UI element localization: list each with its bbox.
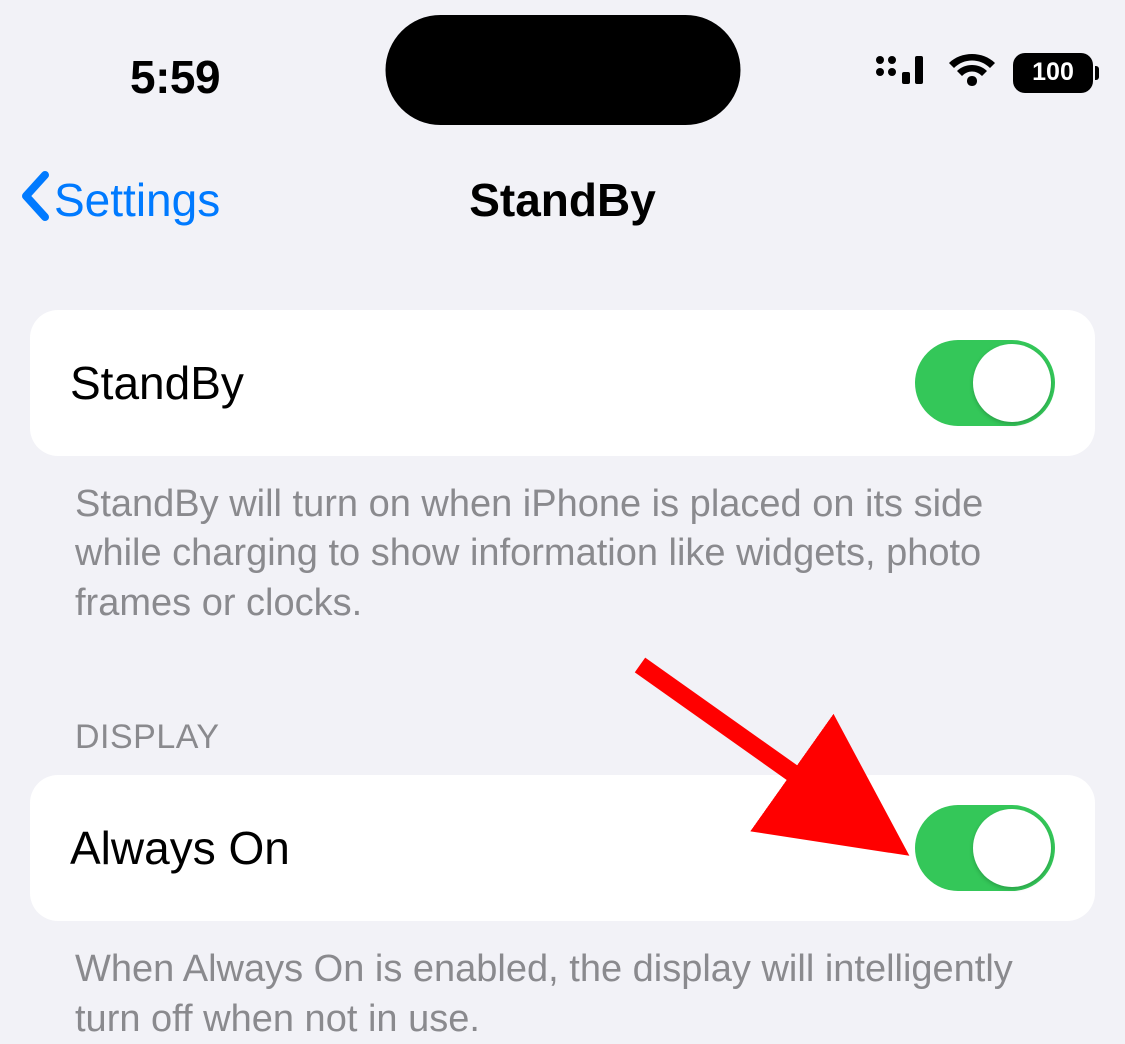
battery-level: 100 — [1032, 58, 1074, 87]
status-icons: 100 — [875, 50, 1093, 95]
standby-label: StandBy — [70, 356, 244, 410]
always-on-toggle[interactable] — [915, 805, 1055, 891]
display-header: DISPLAY — [30, 718, 1095, 775]
nav-bar: Settings StandBy — [0, 140, 1125, 260]
standby-footer-text: StandBy will turn on when iPhone is plac… — [30, 456, 1095, 628]
standby-row: StandBy — [30, 310, 1095, 456]
always-on-row: Always On — [30, 775, 1095, 921]
toggle-thumb — [973, 344, 1051, 422]
settings-content: StandBy StandBy will turn on when iPhone… — [0, 260, 1125, 1044]
wifi-icon — [947, 51, 997, 94]
cellular-icon — [875, 50, 931, 95]
toggle-thumb — [973, 809, 1051, 887]
always-on-label: Always On — [70, 821, 290, 875]
status-bar: 5:59 100 — [0, 0, 1125, 130]
dynamic-island — [385, 15, 740, 125]
chevron-left-icon — [20, 171, 50, 230]
display-section: DISPLAY Always On When Always On is enab… — [30, 718, 1095, 1044]
always-on-footer-text: When Always On is enabled, the display w… — [30, 921, 1095, 1044]
battery-icon: 100 — [1013, 53, 1093, 93]
back-button[interactable]: Settings — [20, 171, 220, 230]
back-label: Settings — [54, 173, 220, 227]
page-title: StandBy — [469, 173, 656, 227]
standby-toggle[interactable] — [915, 340, 1055, 426]
status-time: 5:59 — [130, 50, 220, 104]
